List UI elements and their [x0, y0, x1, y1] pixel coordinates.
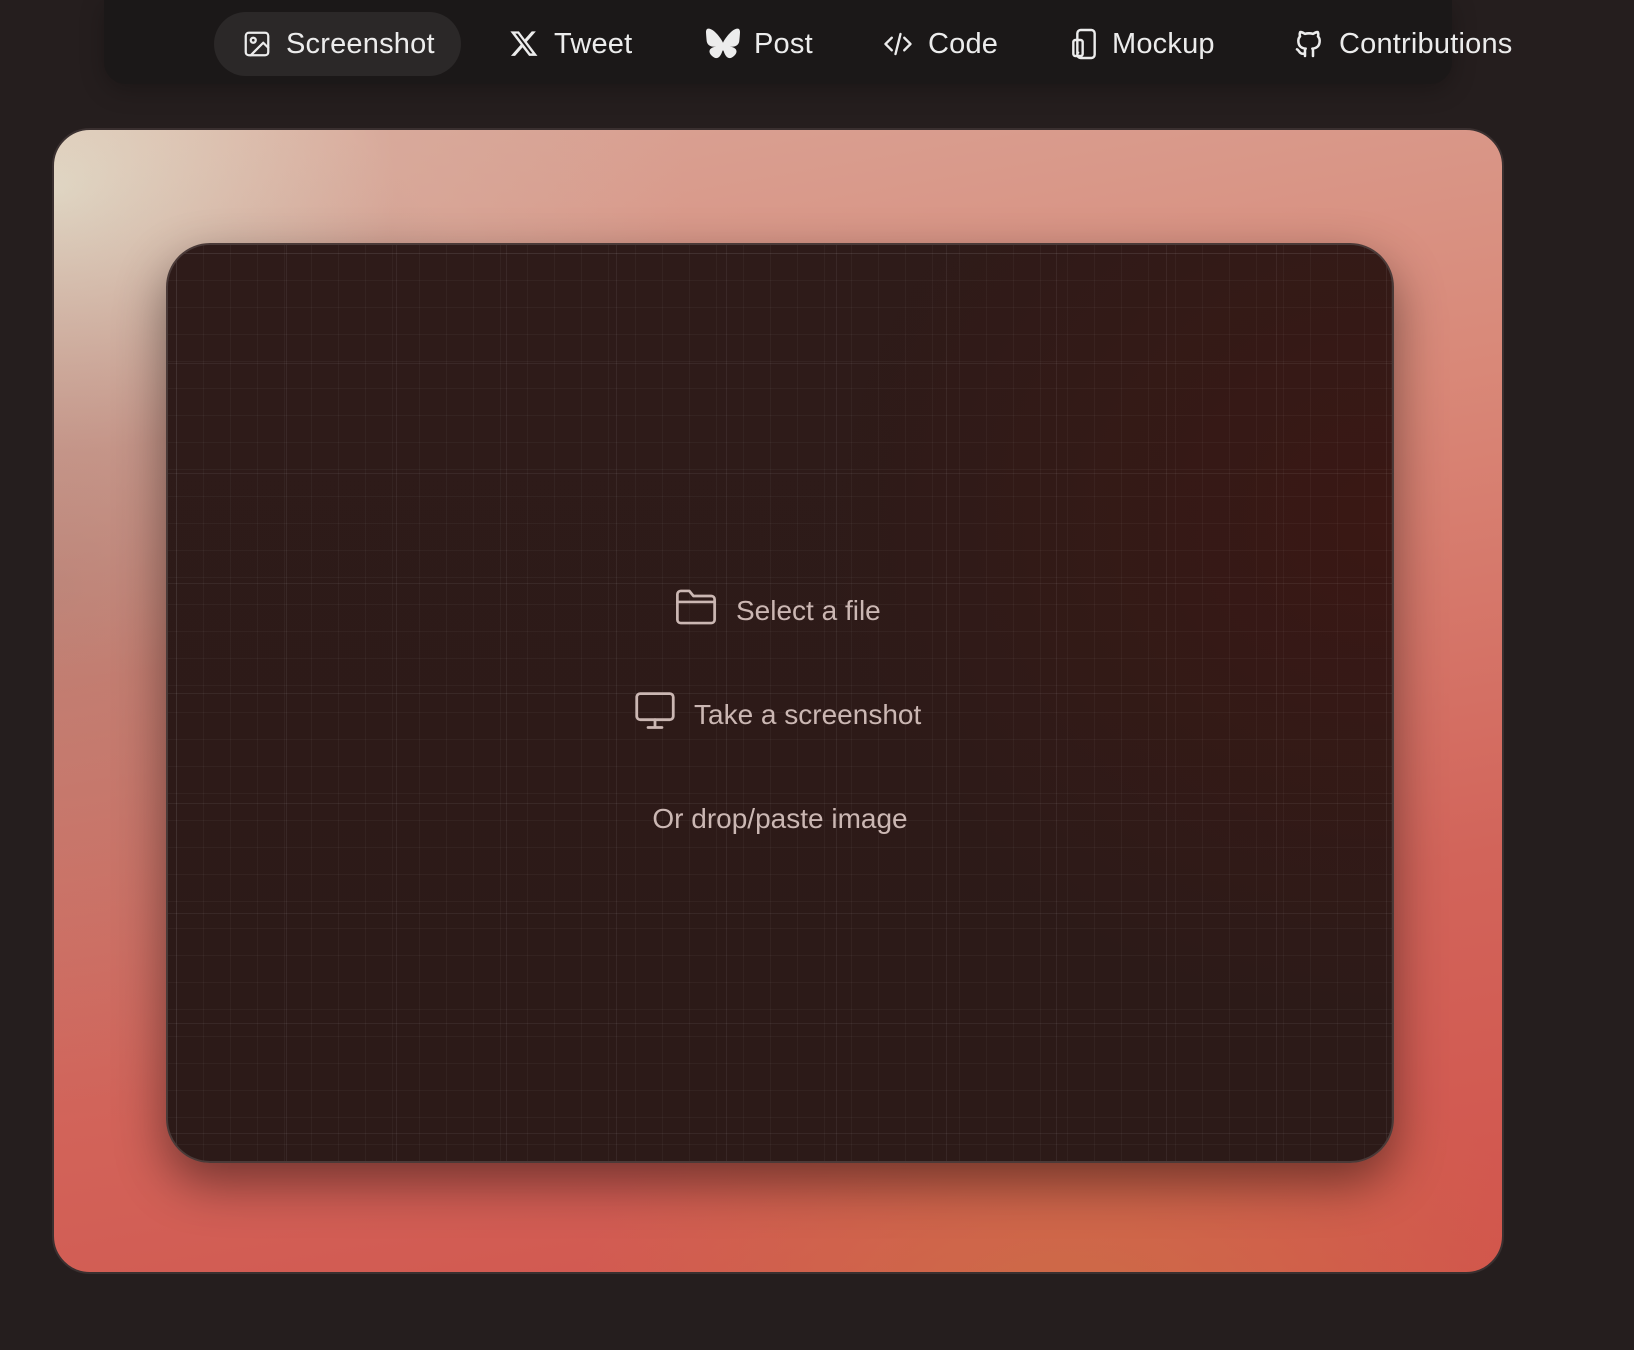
tab-screenshot[interactable]: Screenshot [214, 12, 461, 76]
tab-label: Contributions [1339, 27, 1513, 60]
folder-icon [674, 587, 718, 634]
select-file-label: Select a file [736, 594, 881, 626]
gradient-background-canvas: Select a file Take a screenshot Or drop/… [52, 128, 1504, 1274]
x-logo-icon [508, 28, 540, 60]
image-drop-zone[interactable]: Select a file Take a screenshot Or drop/… [166, 243, 1394, 1163]
top-navigation-bar: Screenshot Tweet Post Code Mockup Contri… [104, 0, 1512, 84]
tab-label: Screenshot [286, 27, 435, 60]
tab-post[interactable]: Post [706, 12, 813, 76]
tab-label: Post [754, 27, 813, 60]
tab-code[interactable]: Code [882, 12, 998, 76]
tab-label: Code [928, 27, 999, 60]
tab-contributions[interactable]: Contributions [1293, 12, 1512, 76]
github-icon [1293, 28, 1325, 60]
tab-tweet[interactable]: Tweet [508, 12, 632, 76]
take-screenshot-label: Take a screenshot [694, 698, 922, 730]
monitor-icon [634, 691, 676, 738]
butterfly-icon [706, 28, 740, 60]
tab-label: Mockup [1112, 27, 1215, 60]
image-icon [242, 29, 272, 59]
tab-label: Tweet [554, 27, 633, 60]
tab-mockup[interactable]: Mockup [1070, 12, 1215, 76]
take-screenshot-button[interactable]: Take a screenshot [634, 691, 921, 738]
phone-mockup-icon [1070, 28, 1098, 60]
select-file-button[interactable]: Select a file [674, 587, 881, 634]
code-icon [882, 29, 914, 59]
drop-paste-hint: Or drop/paste image [652, 803, 908, 834]
